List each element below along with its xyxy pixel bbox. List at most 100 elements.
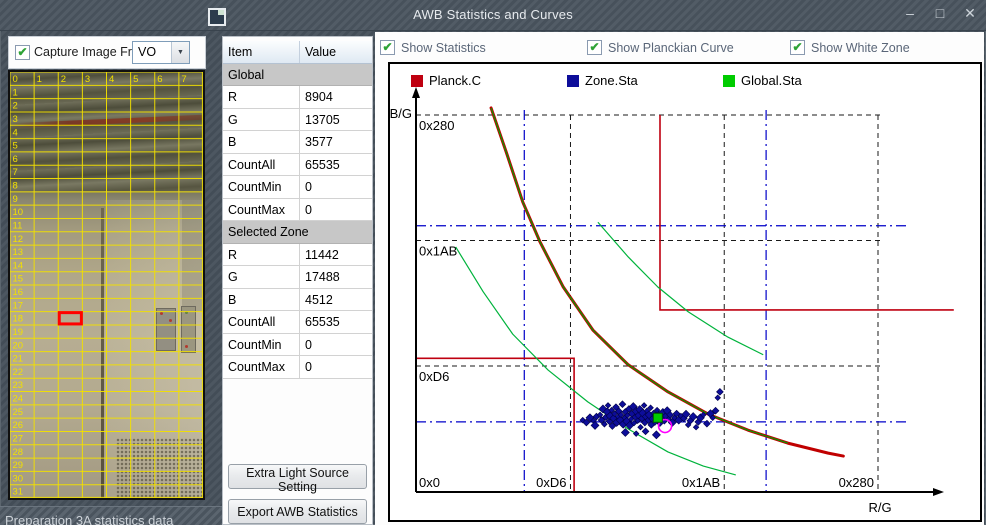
svg-text:4: 4 xyxy=(109,74,114,85)
awb-window: AWB Statistics and Curves – □ ✕ ✔ Captur… xyxy=(0,0,986,525)
svg-text:15: 15 xyxy=(13,274,24,285)
legend-swatch xyxy=(567,75,579,87)
svg-text:0x1AB: 0x1AB xyxy=(419,243,457,258)
svg-text:11: 11 xyxy=(13,220,23,231)
zone-grid-overlay[interactable]: 0123456712345678910111213141516171819202… xyxy=(10,72,203,498)
legend-label: Planck.C xyxy=(429,73,481,88)
svg-text:4: 4 xyxy=(13,127,18,138)
window-controls: – □ ✕ xyxy=(902,5,978,22)
legend-swatch xyxy=(723,75,735,87)
stats-table: ItemValueGlobalR8904G13705B3577CountAll6… xyxy=(223,41,372,379)
checkmark-icon: ✔ xyxy=(382,42,392,52)
table-row: G17488 xyxy=(223,266,372,289)
svg-text:2: 2 xyxy=(61,74,66,85)
checkmark-icon: ✔ xyxy=(17,47,27,57)
table-row: CountMax0 xyxy=(223,199,372,222)
global-sta-marker xyxy=(653,413,662,422)
svg-text:10: 10 xyxy=(13,207,24,218)
table-row: CountMin0 xyxy=(223,176,372,199)
capture-source-select[interactable]: VO ▼ xyxy=(132,41,190,64)
svg-text:1: 1 xyxy=(13,87,18,98)
chart-checkboxes: ✔ Show Statistics ✔ Show Planckian Curve… xyxy=(375,40,984,58)
svg-text:0x280: 0x280 xyxy=(839,475,874,490)
show-statistics-checkbox[interactable]: ✔ Show Statistics xyxy=(380,40,486,55)
svg-text:9: 9 xyxy=(13,194,18,205)
svg-text:0x280: 0x280 xyxy=(419,118,454,133)
svg-text:1: 1 xyxy=(37,74,42,85)
svg-text:5: 5 xyxy=(13,141,18,152)
awb-chart[interactable]: Planck.C Zone.Sta Global.Sta 0x280 0x1AB 0xD6… xyxy=(388,62,982,522)
svg-text:14: 14 xyxy=(13,260,24,271)
show-planckian-curve-label: Show Planckian Curve xyxy=(608,41,734,55)
table-row: CountAll65535 xyxy=(223,311,372,334)
svg-text:26: 26 xyxy=(13,420,24,431)
table-row: R11442 xyxy=(223,244,372,267)
svg-text:R/G: R/G xyxy=(868,500,891,515)
svg-text:27: 27 xyxy=(13,433,24,444)
chevron-down-icon: ▼ xyxy=(177,49,184,56)
svg-text:0xD6: 0xD6 xyxy=(536,475,566,490)
svg-text:3: 3 xyxy=(85,74,90,85)
show-planckian-curve-checkbox[interactable]: ✔ Show Planckian Curve xyxy=(587,40,734,55)
svg-text:3: 3 xyxy=(13,114,18,125)
capture-checkbox[interactable]: ✔ xyxy=(15,45,30,60)
table-row: CountMax0 xyxy=(223,356,372,379)
minimize-button[interactable]: – xyxy=(902,5,918,22)
titlebar: AWB Statistics and Curves – □ ✕ xyxy=(0,0,986,31)
extra-light-source-button[interactable]: Extra Light Source Setting xyxy=(228,464,367,489)
svg-text:20: 20 xyxy=(13,340,24,351)
close-button[interactable]: ✕ xyxy=(962,5,978,22)
svg-text:31: 31 xyxy=(13,487,24,498)
show-white-zone-label: Show White Zone xyxy=(811,41,910,55)
table-row: CountAll65535 xyxy=(223,154,372,177)
svg-text:16: 16 xyxy=(13,287,24,298)
svg-text:17: 17 xyxy=(13,300,24,311)
stats-panel: ItemValueGlobalR8904G13705B3577CountAll6… xyxy=(222,36,373,525)
chart-panel: ✔ Show Statistics ✔ Show Planckian Curve… xyxy=(375,32,984,525)
svg-text:30: 30 xyxy=(13,473,24,484)
dropdown-button[interactable]: ▼ xyxy=(171,42,189,63)
svg-text:8: 8 xyxy=(13,181,18,192)
legend-label: Global.Sta xyxy=(741,73,802,88)
svg-text:22: 22 xyxy=(13,367,24,378)
svg-text:7: 7 xyxy=(13,167,18,178)
svg-text:7: 7 xyxy=(181,74,186,85)
selected-zone-highlight xyxy=(59,313,81,324)
svg-text:0xD6: 0xD6 xyxy=(419,369,449,384)
window-title: AWB Statistics and Curves xyxy=(0,7,986,22)
svg-text:B/G: B/G xyxy=(390,106,412,121)
checkbox[interactable]: ✔ xyxy=(790,40,805,55)
show-statistics-label: Show Statistics xyxy=(401,41,486,55)
svg-text:21: 21 xyxy=(13,354,24,365)
table-row: B3577 xyxy=(223,131,372,154)
svg-text:13: 13 xyxy=(13,247,24,258)
svg-text:5: 5 xyxy=(133,74,138,85)
table-row: B4512 xyxy=(223,289,372,312)
status-bar: Preparation 3A statistics data xyxy=(0,506,222,525)
svg-text:23: 23 xyxy=(13,380,24,391)
svg-text:18: 18 xyxy=(13,314,24,325)
svg-text:19: 19 xyxy=(13,327,24,338)
svg-text:6: 6 xyxy=(13,154,18,165)
legend-label: Zone.Sta xyxy=(585,73,639,88)
svg-text:0x0: 0x0 xyxy=(419,475,440,490)
export-awb-button[interactable]: Export AWB Statistics xyxy=(228,499,367,524)
capture-source-value: VO xyxy=(138,45,156,59)
checkbox[interactable]: ✔ xyxy=(380,40,395,55)
table-row: CountMin0 xyxy=(223,334,372,357)
svg-text:24: 24 xyxy=(13,394,24,405)
checkmark-icon: ✔ xyxy=(792,42,802,52)
capture-panel: ✔ Capture Image From: VO ▼ xyxy=(8,36,206,69)
table-section-header: Selected Zone xyxy=(223,221,372,244)
checkbox[interactable]: ✔ xyxy=(587,40,602,55)
status-text: Preparation 3A statistics data xyxy=(5,513,173,525)
svg-text:28: 28 xyxy=(13,447,24,458)
svg-text:2: 2 xyxy=(13,101,18,112)
table-row: R8904 xyxy=(223,86,372,109)
show-white-zone-checkbox[interactable]: ✔ Show White Zone xyxy=(790,40,910,55)
table-section-header: Global xyxy=(223,64,372,87)
legend-swatch xyxy=(411,75,423,87)
image-preview[interactable]: 0123456712345678910111213141516171819202… xyxy=(8,70,205,500)
svg-text:25: 25 xyxy=(13,407,24,418)
maximize-button[interactable]: □ xyxy=(932,5,948,22)
